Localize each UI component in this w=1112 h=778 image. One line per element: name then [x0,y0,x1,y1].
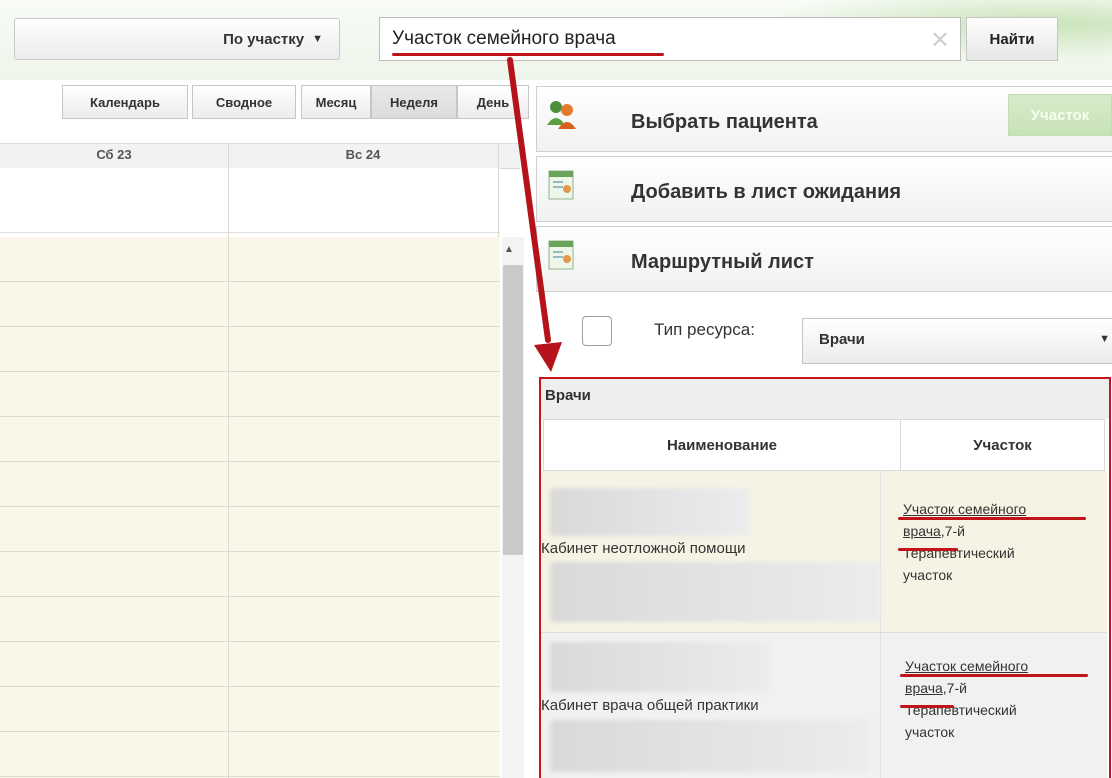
calendar-time-grid[interactable] [0,237,500,778]
annotation-underline [900,705,954,708]
add-waitlist-title: Добавить в лист ожидания [631,181,902,203]
uchastok-link[interactable]: врача [903,523,941,539]
route-sheet-title: Маршрутный лист [631,251,814,273]
chevron-down-icon: ▼ [1099,333,1110,345]
select-patient-title: Выбрать пациента [631,111,818,133]
summary-view-button[interactable]: Сводное [192,85,296,119]
annotation-underline [392,53,664,56]
uchastok-link[interactable]: Участок семейного [903,501,1026,517]
uchastok-suffix: ,7-й [942,680,967,696]
calendar-divider [498,143,499,237]
waitlist-icon [548,170,574,200]
doctors-table-title: Врачи [545,387,591,404]
search-mode-select[interactable]: По участку ▼ [14,18,340,60]
resource-type-select[interactable]: Врачи ▼ [802,318,1112,364]
calendar-allday-row[interactable] [0,168,500,233]
uchastok-suffix: ,7-й [940,523,965,539]
uchastok-type-2: участок [903,567,953,583]
uchastok-button[interactable]: Участок [1008,94,1112,136]
redacted-doctor-info [550,720,870,772]
patients-icon [547,101,576,129]
scroll-up-icon[interactable]: ▲ [504,244,514,255]
uchastok-type: Терапевтический [905,702,1017,718]
clear-icon[interactable]: ✕ [930,26,950,55]
resource-checkbox[interactable] [582,316,612,346]
calendar-day-sat: Сб 23 [96,147,132,162]
redacted-doctor-info [550,562,880,622]
resource-type-value: Врачи [819,331,865,348]
room-name: Кабинет неотложной помощи [541,540,746,557]
uchastok-link[interactable]: врача [905,680,943,696]
week-view-button[interactable]: Неделя [371,85,457,119]
resource-type-label: Тип ресурса: [654,320,755,339]
calendar-header: Сб 23 Вс 24 [0,143,520,169]
add-waitlist-panel[interactable]: Добавить в лист ожидания [536,156,1112,222]
doctors-table-header: Врачи [541,379,1109,419]
uchastok-link[interactable]: Участок семейного [905,658,1028,674]
calendar-view-button[interactable]: Календарь [62,85,188,119]
redacted-doctor-name [550,642,770,692]
route-sheet-icon [548,240,574,270]
search-input-value: Участок семейного врача [392,28,616,49]
column-header-name[interactable]: Наименование [543,419,901,471]
annotation-underline [898,517,1086,520]
annotation-underline [900,674,1088,677]
find-button[interactable]: Найти [966,17,1058,61]
annotation-underline [898,548,958,551]
calendar-divider [228,143,229,778]
uchastok-cell[interactable]: Участок семейного врача,7-й Терапевтичес… [905,655,1028,743]
scrollbar-thumb[interactable] [503,265,523,555]
route-sheet-panel[interactable]: Маршрутный лист [536,226,1112,292]
calendar-day-sun: Вс 24 [345,147,381,162]
redacted-doctor-name [550,488,750,536]
uchastok-cell[interactable]: Участок семейного врача,7-й Терапевтичес… [903,498,1026,586]
search-mode-label: По участку [223,30,305,48]
day-view-button[interactable]: День [457,85,529,119]
chevron-down-icon: ▼ [312,33,323,45]
month-view-button[interactable]: Месяц [301,85,371,119]
room-name: Кабинет врача общей практики [541,697,759,714]
uchastok-type: Терапевтический [903,545,1015,561]
uchastok-type-2: участок [905,724,955,740]
column-header-uchastok[interactable]: Участок [900,419,1105,471]
